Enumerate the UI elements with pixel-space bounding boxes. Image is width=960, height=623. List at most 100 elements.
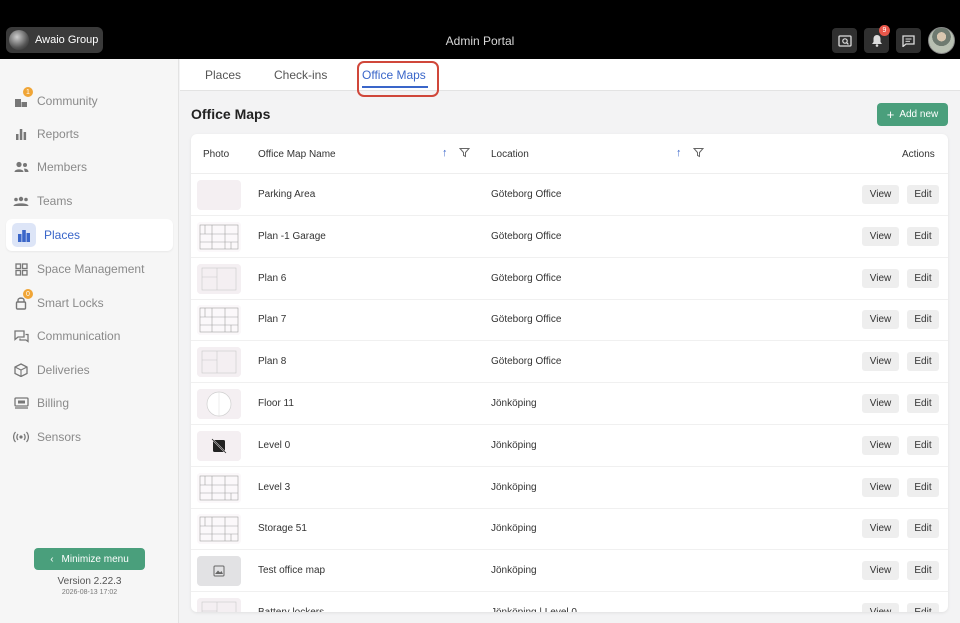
billing-icon xyxy=(12,394,30,412)
bar-chart-icon xyxy=(12,125,30,143)
sidebar-item-places[interactable]: Places xyxy=(6,219,173,251)
office-map-location: Jönköping xyxy=(491,523,537,535)
office-map-name: Storage 51 xyxy=(258,523,307,535)
view-button[interactable]: View xyxy=(862,477,899,497)
map-thumbnail xyxy=(197,263,241,294)
view-button[interactable]: View xyxy=(862,310,899,330)
sidebar-item-teams[interactable]: Teams xyxy=(6,185,173,217)
map-thumbnail xyxy=(197,305,241,336)
map-thumbnail xyxy=(197,472,241,503)
edit-button[interactable]: Edit xyxy=(907,477,939,497)
map-thumbnail xyxy=(197,389,241,419)
chat-icon[interactable] xyxy=(896,28,921,53)
office-map-location: Jönköping xyxy=(491,398,537,409)
office-map-location: Jönköping xyxy=(491,481,537,493)
table-row: Storage 51 Jönköping View Edit xyxy=(191,508,948,551)
table-row: Plan 8 Göteborg Office View Edit xyxy=(191,341,948,384)
view-button[interactable]: View xyxy=(862,435,899,455)
office-map-name: Plan -1 Garage xyxy=(258,230,326,242)
view-button[interactable]: View xyxy=(862,519,899,539)
map-thumbnail xyxy=(197,514,241,545)
sidebar-item-label: Billing xyxy=(37,396,70,410)
column-location[interactable]: Location xyxy=(491,149,529,160)
smart-locks-badge: 0 xyxy=(23,289,33,299)
bell-icon[interactable]: 9 xyxy=(864,25,890,53)
view-button[interactable]: View xyxy=(862,603,899,612)
filter-icon[interactable] xyxy=(458,147,471,161)
plus-icon: + xyxy=(886,107,895,122)
view-button[interactable]: View xyxy=(862,352,899,372)
view-button[interactable]: View xyxy=(862,561,899,581)
sidebar: 1 Community Reports Members Teams Places… xyxy=(0,59,179,623)
view-button[interactable]: View xyxy=(862,226,899,246)
sidebar-item-deliveries[interactable]: Deliveries xyxy=(6,354,173,386)
edit-button[interactable]: Edit xyxy=(907,352,939,372)
sidebar-item-members[interactable]: Members xyxy=(6,151,173,183)
grid-icon xyxy=(12,260,30,278)
view-button[interactable]: View xyxy=(862,268,899,288)
tab-check-ins[interactable]: Check-ins xyxy=(274,59,327,91)
view-button[interactable]: View xyxy=(862,394,899,413)
office-map-location: Jönköping xyxy=(491,439,537,451)
office-map-name: Plan 6 xyxy=(258,272,287,284)
table-row: Parking Area Göteborg Office View Edit xyxy=(191,174,948,216)
teams-icon xyxy=(12,192,30,210)
column-actions: Actions xyxy=(902,149,935,160)
sidebar-item-label: Reports xyxy=(37,127,80,141)
office-map-name: Level 0 xyxy=(258,439,291,451)
sidebar-item-billing[interactable]: Billing xyxy=(6,387,173,419)
minimize-menu-label: Minimize menu xyxy=(61,553,129,565)
edit-button[interactable]: Edit xyxy=(907,394,939,413)
sidebar-item-space-management[interactable]: Space Management xyxy=(6,253,173,285)
sidebar-item-sensors[interactable]: Sensors xyxy=(6,421,173,453)
edit-button[interactable]: Edit xyxy=(907,268,939,288)
tab-places[interactable]: Places xyxy=(205,59,241,91)
sidebar-item-smart-locks[interactable]: 0 Smart Locks xyxy=(6,287,173,319)
edit-button[interactable]: Edit xyxy=(907,603,939,612)
sensor-icon xyxy=(12,428,30,446)
column-name[interactable]: Office Map Name xyxy=(258,149,336,160)
map-thumbnail xyxy=(197,347,241,378)
user-avatar[interactable] xyxy=(928,27,955,54)
page-title: Office Maps xyxy=(191,106,271,122)
sidebar-item-label: Places xyxy=(44,228,81,242)
edit-button[interactable]: Edit xyxy=(907,435,939,455)
filter-icon[interactable] xyxy=(692,147,705,161)
add-new-button[interactable]: + Add new xyxy=(877,103,948,126)
edit-button[interactable]: Edit xyxy=(907,185,939,204)
office-map-name: Parking Area xyxy=(258,189,316,200)
messages-icon xyxy=(12,327,30,345)
table-row: Floor 11 Jönköping View Edit xyxy=(191,383,948,425)
edit-button[interactable]: Edit xyxy=(907,310,939,330)
office-maps-table: Photo Office Map Name ↑ Location ↑ Actio… xyxy=(191,134,948,612)
table-row: Plan 7 Göteborg Office View Edit xyxy=(191,299,948,342)
table-row: Plan 6 Göteborg Office View Edit xyxy=(191,258,948,300)
table-row: Battery lockers Jönköping | Level 0 View Ed… xyxy=(191,592,948,612)
notification-badge: 9 xyxy=(879,25,890,36)
edit-button[interactable]: Edit xyxy=(907,519,939,539)
minimize-menu-button[interactable]: ‹ Minimize menu xyxy=(34,548,145,570)
sidebar-item-reports[interactable]: Reports xyxy=(6,118,173,150)
edit-button[interactable]: Edit xyxy=(907,226,939,246)
sidebar-item-label: Communication xyxy=(37,329,121,343)
community-icon: 1 xyxy=(12,87,33,110)
sort-arrow-up-icon[interactable]: ↑ xyxy=(442,147,448,159)
sidebar-item-label: Members xyxy=(37,160,88,174)
office-map-location: Göteborg Office xyxy=(491,356,562,368)
screen-share-icon[interactable] xyxy=(832,28,857,53)
sidebar-item-label: Deliveries xyxy=(37,363,90,377)
map-thumbnail xyxy=(197,430,241,461)
table-row: Level 3 Jönköping View Edit xyxy=(191,467,948,509)
office-map-name: Plan 8 xyxy=(258,356,287,368)
buildings-icon xyxy=(12,223,36,247)
view-button[interactable]: View xyxy=(862,185,899,204)
column-photo: Photo xyxy=(203,149,230,160)
edit-button[interactable]: Edit xyxy=(907,561,939,581)
table-row: Test office map Jönköping View Edit xyxy=(191,550,948,593)
sidebar-item-community[interactable]: 1 Community xyxy=(6,85,173,117)
map-thumbnail xyxy=(197,556,241,587)
sort-arrow-up-icon[interactable]: ↑ xyxy=(676,147,682,159)
map-thumbnail xyxy=(197,180,241,210)
version-text: Version 2.22.3 xyxy=(57,576,122,587)
sidebar-item-communication[interactable]: Communication xyxy=(6,320,173,352)
